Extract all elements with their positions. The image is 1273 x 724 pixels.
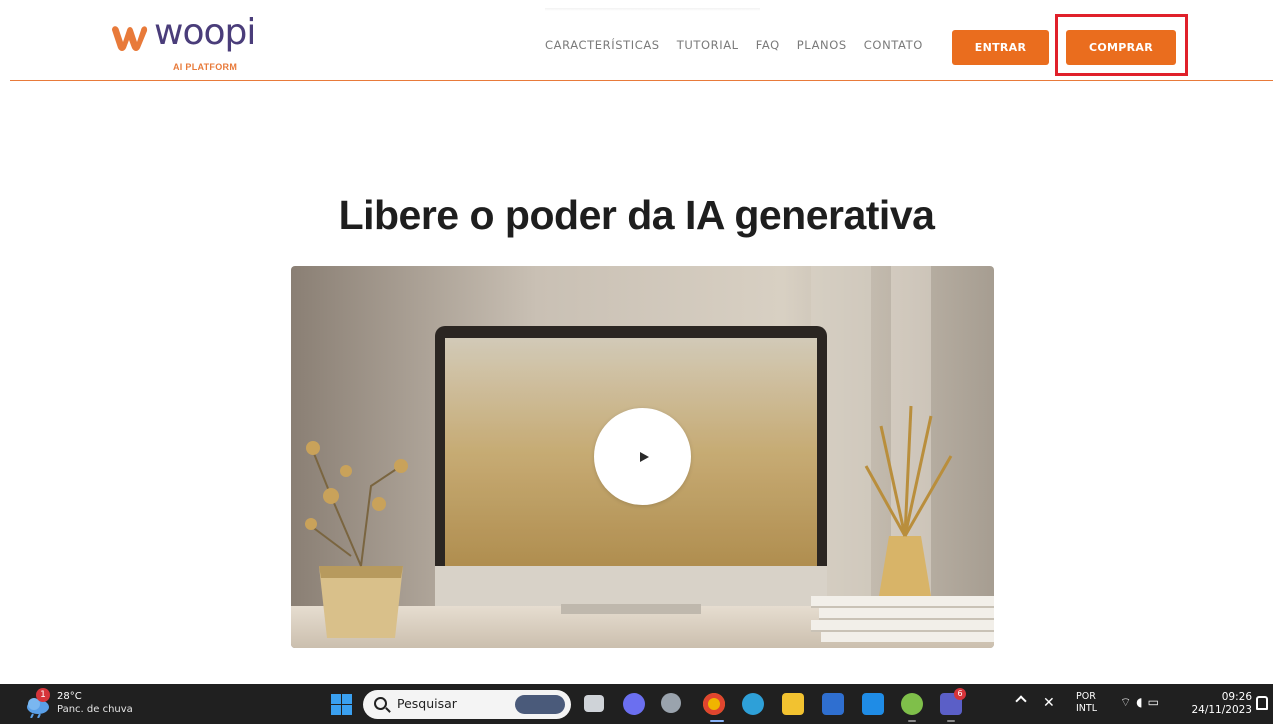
nav-caracteristicas[interactable]: CARACTERÍSTICAS	[545, 38, 660, 52]
site-header: woopi AI PLATFORM CARACTERÍSTICAS TUTORI…	[0, 0, 1273, 82]
windows-taskbar: 1 28°C Panc. de chuva Pesquisar 6 ✕ POR …	[0, 684, 1273, 724]
highlight-box	[1055, 14, 1188, 76]
open-app-indicator	[908, 720, 916, 722]
store-icon[interactable]	[822, 693, 844, 715]
mic-muted-icon[interactable]: ✕	[1043, 695, 1055, 711]
search-placeholder: Pesquisar	[397, 696, 457, 711]
entrar-button[interactable]: ENTRAR	[952, 30, 1049, 65]
settings-gear-icon[interactable]	[661, 693, 681, 713]
main-nav: CARACTERÍSTICAS TUTORIAL FAQ PLANOS CONT…	[545, 38, 940, 52]
play-button[interactable]	[594, 408, 691, 505]
task-view-icon[interactable]	[584, 695, 604, 712]
mail-icon[interactable]	[862, 693, 884, 715]
taskbar-search[interactable]: Pesquisar	[363, 690, 571, 719]
weather-description: Panc. de chuva	[57, 704, 133, 715]
chat-icon[interactable]	[623, 693, 645, 715]
nav-contato[interactable]: CONTATO	[864, 38, 923, 52]
file-explorer-icon[interactable]	[782, 693, 804, 715]
play-icon	[639, 451, 649, 462]
battery-icon: ▭	[1147, 695, 1164, 709]
woopi-logo[interactable]: woopi AI PLATFORM	[110, 12, 270, 78]
windows-start-icon[interactable]	[331, 694, 352, 715]
language-indicator[interactable]: POR INTL	[1076, 691, 1097, 715]
nav-planos[interactable]: PLANOS	[797, 38, 847, 52]
active-app-indicator	[710, 720, 724, 722]
video-player[interactable]	[291, 266, 994, 648]
app-icon[interactable]	[901, 693, 923, 715]
search-highlight-icon	[515, 695, 565, 714]
notification-icon[interactable]	[1256, 696, 1268, 710]
lang-code: POR	[1076, 691, 1096, 702]
clock[interactable]: 09:26 24/11/2023	[1186, 691, 1252, 717]
nav-tutorial[interactable]: TUTORIAL	[677, 38, 739, 52]
hero-title: Libere o poder da IA generativa	[338, 192, 935, 238]
nav-faq[interactable]: FAQ	[756, 38, 780, 52]
open-app-indicator	[947, 720, 955, 722]
teams-badge: 6	[954, 688, 966, 700]
clock-date: 24/11/2023	[1191, 704, 1252, 716]
top-shadow	[545, 8, 760, 11]
weather-alert-badge: 1	[36, 688, 50, 702]
system-tray-icons[interactable]: ⌔◖▭	[1120, 695, 1164, 710]
woopi-logo-mark-icon	[112, 26, 148, 51]
logo-tagline: AI PLATFORM	[173, 62, 238, 72]
clock-time: 09:26	[1221, 691, 1252, 703]
chrome-icon[interactable]	[703, 693, 725, 715]
wifi-icon: ⌔	[1120, 695, 1137, 709]
volume-icon: ◖	[1136, 695, 1148, 709]
header-divider	[10, 80, 1273, 81]
keyboard-layout: INTL	[1076, 703, 1098, 714]
weather-widget[interactable]: 1 28°C Panc. de chuva	[20, 688, 170, 720]
logo-wordmark: woopi	[154, 12, 256, 53]
show-hidden-icons-icon[interactable]	[1015, 695, 1027, 707]
edge-icon[interactable]	[742, 693, 764, 715]
search-icon	[374, 697, 387, 710]
weather-temperature: 28°C	[57, 691, 82, 702]
